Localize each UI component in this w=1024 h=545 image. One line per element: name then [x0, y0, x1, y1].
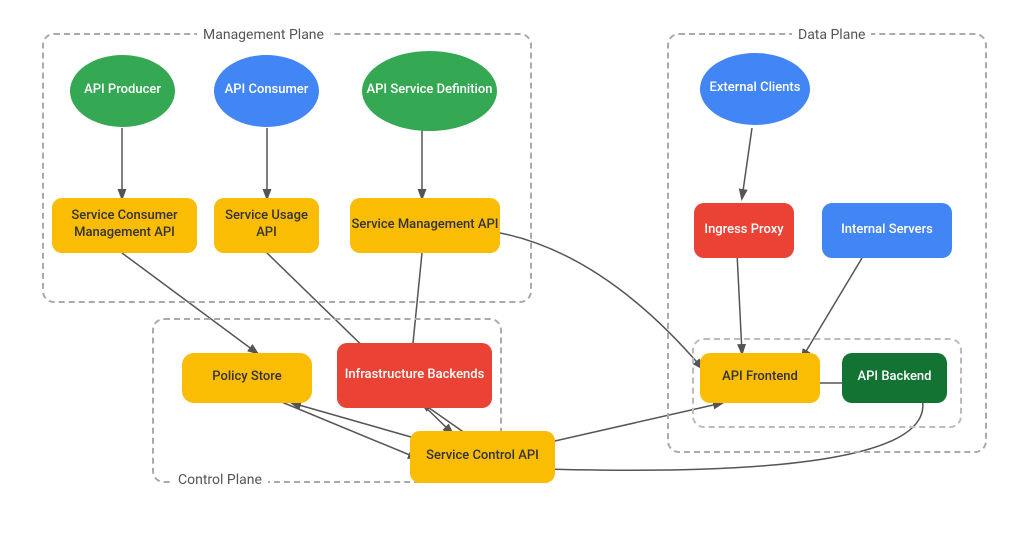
data-plane-label: Data Plane	[792, 27, 871, 43]
api-service-def-node: API Service Definition	[362, 51, 497, 131]
service-usage-api-node: Service Usage API	[214, 198, 319, 253]
internal-servers-node: Internal Servers	[822, 203, 952, 258]
policy-store-node: Policy Store	[182, 353, 312, 403]
service-consumer-mgmt-node: Service Consumer Management API	[52, 198, 197, 253]
ingress-proxy-node: Ingress Proxy	[694, 203, 794, 258]
api-backend-node: API Backend	[842, 353, 947, 403]
external-clients-node: External Clients	[700, 53, 810, 125]
management-plane-label: Management Plane	[197, 27, 330, 43]
diagram: Management Plane Control Plane Data Plan…	[22, 13, 1002, 533]
api-frontend-node: API Frontend	[700, 353, 820, 403]
api-producer-node: API Producer	[70, 55, 175, 127]
service-mgmt-api-node: Service Management API	[350, 198, 500, 253]
control-plane-label: Control Plane	[172, 472, 268, 488]
api-consumer-node: API Consumer	[214, 55, 319, 127]
infra-backends-node: Infrastructure Backends	[337, 343, 492, 408]
service-control-api-node: Service Control API	[410, 431, 555, 483]
